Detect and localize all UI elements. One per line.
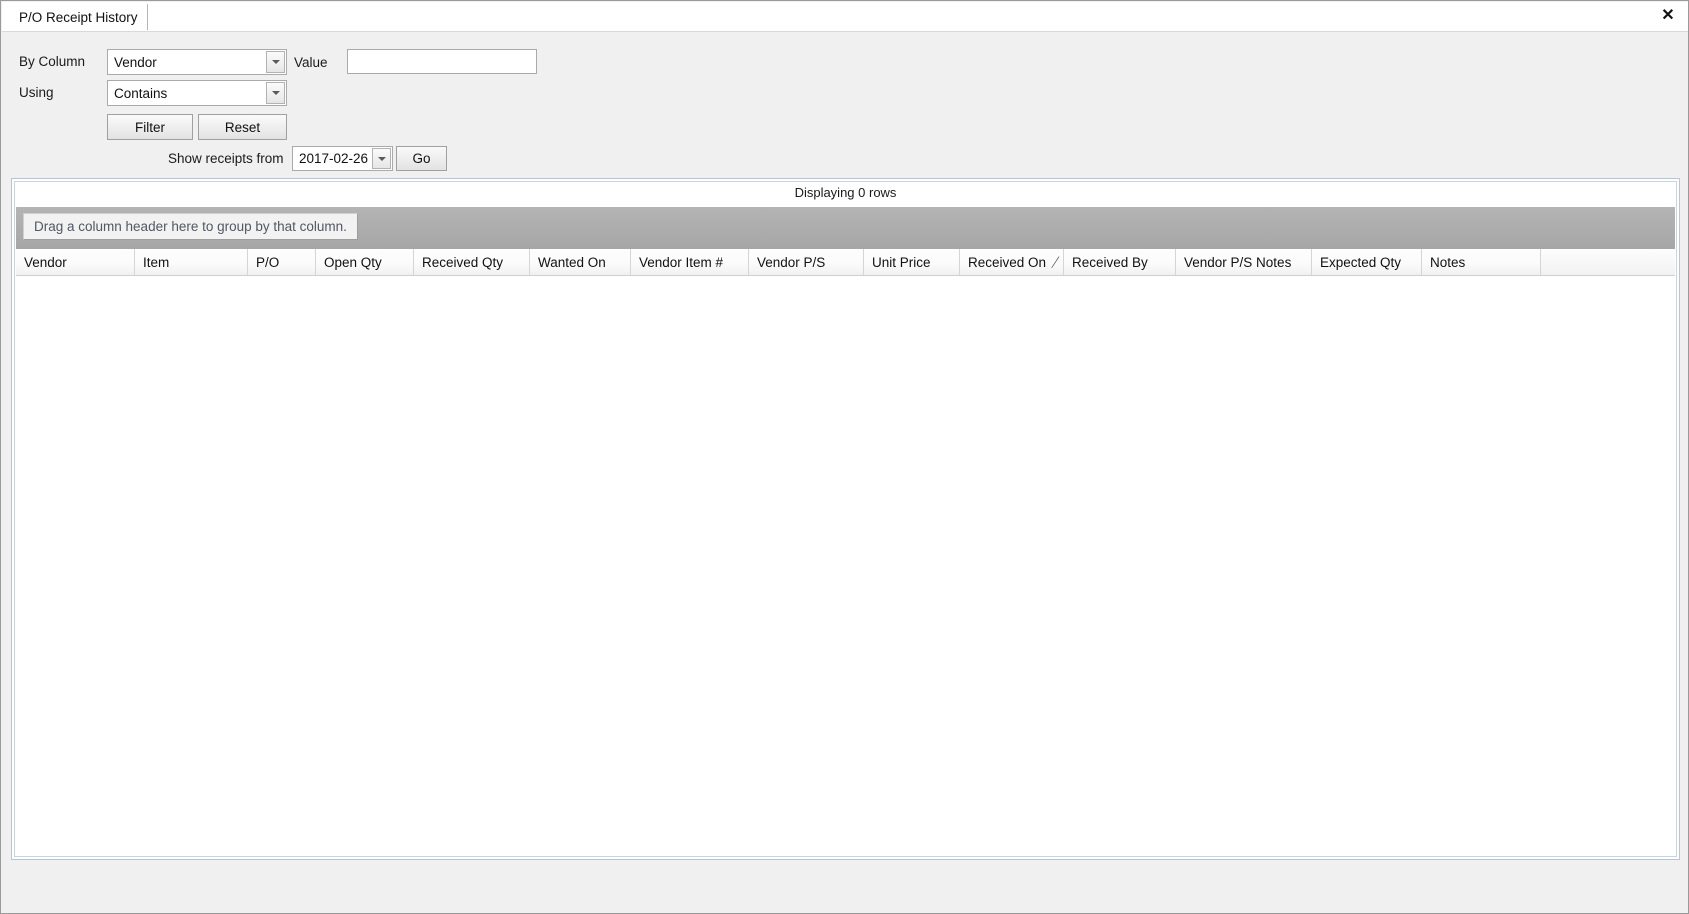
- column-header-received-on[interactable]: Received On ╱: [960, 249, 1064, 275]
- row-count-status: Displaying 0 rows: [794, 185, 897, 200]
- grid-data-area[interactable]: [16, 276, 1675, 855]
- tab-po-receipt-history[interactable]: P/O Receipt History: [10, 4, 148, 30]
- using-select-value: Contains: [114, 85, 168, 101]
- by-column-dropdown-button[interactable]: [266, 51, 285, 73]
- group-by-hint: Drag a column header here to group by th…: [23, 213, 358, 240]
- column-header-vendor-item[interactable]: Vendor Item #: [631, 249, 749, 275]
- column-header-label: Item: [143, 254, 170, 270]
- go-button-label: Go: [412, 151, 431, 166]
- column-header-label: Received By: [1072, 254, 1148, 270]
- column-header-label: P/O: [256, 254, 280, 270]
- column-header-label: Unit Price: [872, 254, 931, 270]
- chevron-down-icon: [377, 156, 386, 161]
- using-dropdown-button[interactable]: [266, 82, 285, 104]
- column-header-item[interactable]: Item: [135, 249, 248, 275]
- column-header-label: Received On: [968, 254, 1047, 270]
- column-header-label: Expected Qty: [1320, 254, 1402, 270]
- group-by-panel[interactable]: Drag a column header here to group by th…: [16, 207, 1675, 249]
- by-column-select[interactable]: Vendor: [107, 49, 287, 75]
- receipt-history-grid: Displaying 0 rows Drag a column header h…: [11, 178, 1680, 860]
- reset-button-label: Reset: [224, 119, 261, 135]
- filter-panel: By Column Vendor Value Using Contains Fi…: [2, 32, 1688, 178]
- tab-label: P/O Receipt History: [19, 9, 138, 25]
- filter-button-label: Filter: [135, 119, 165, 135]
- grid-header-row: Vendor Item P/O Open Qty Received Qty Wanted …: [16, 249, 1675, 276]
- column-header-wanted-on[interactable]: Wanted On: [530, 249, 631, 275]
- chevron-down-icon: [271, 60, 280, 64]
- grid-inner: Displaying 0 rows Drag a column header h…: [14, 181, 1677, 857]
- column-header-label: Wanted On: [538, 254, 606, 270]
- column-header-expected-qty[interactable]: Expected Qty: [1312, 249, 1422, 275]
- column-header-received-qty[interactable]: Received Qty: [414, 249, 530, 275]
- column-header-label: Notes: [1430, 254, 1466, 270]
- receipt-date-picker[interactable]: 2017-02-26: [292, 146, 393, 171]
- column-header-vendor-p-s-notes[interactable]: Vendor P/S Notes: [1176, 249, 1312, 275]
- column-header-unit-price[interactable]: Unit Price: [864, 249, 960, 275]
- column-header-label: Vendor Item #: [639, 254, 724, 270]
- bottom-status-strip: [2, 860, 1688, 913]
- column-header-label: Vendor P/S Notes: [1184, 254, 1292, 270]
- tab-strip: P/O Receipt History ✕: [2, 2, 1688, 32]
- chevron-down-icon: [271, 91, 280, 95]
- column-header-open-qty[interactable]: Open Qty: [316, 249, 414, 275]
- column-header-label: Vendor: [24, 254, 67, 270]
- reset-button[interactable]: Reset: [198, 114, 287, 140]
- by-column-select-value: Vendor: [114, 54, 157, 70]
- application-window: P/O Receipt History ✕ By Column Vendor V…: [0, 0, 1689, 914]
- column-header-label: Received Qty: [422, 254, 504, 270]
- value-label: Value: [294, 55, 328, 70]
- filter-button[interactable]: Filter: [107, 114, 193, 140]
- close-glyph: ✕: [1661, 7, 1675, 24]
- go-button[interactable]: Go: [396, 146, 447, 171]
- using-select[interactable]: Contains: [107, 80, 287, 106]
- by-column-label: By Column: [19, 54, 86, 69]
- date-dropdown-button[interactable]: [372, 148, 391, 169]
- column-header-label: Vendor P/S: [757, 254, 826, 270]
- column-header-p-o[interactable]: P/O: [248, 249, 316, 275]
- receipt-date-value: 2017-02-26: [299, 151, 369, 166]
- value-input[interactable]: [347, 49, 537, 74]
- using-label: Using: [19, 85, 54, 100]
- column-header-notes[interactable]: Notes: [1422, 249, 1541, 275]
- show-receipts-from-label: Show receipts from: [168, 151, 284, 166]
- column-header-vendor[interactable]: Vendor: [16, 249, 135, 275]
- column-header-vendor-p-s[interactable]: Vendor P/S: [749, 249, 864, 275]
- sort-ascending-icon: ╱: [1051, 255, 1059, 270]
- column-header-label: Open Qty: [324, 254, 382, 270]
- close-icon[interactable]: ✕: [1656, 4, 1680, 28]
- column-header-received-by[interactable]: Received By: [1064, 249, 1176, 275]
